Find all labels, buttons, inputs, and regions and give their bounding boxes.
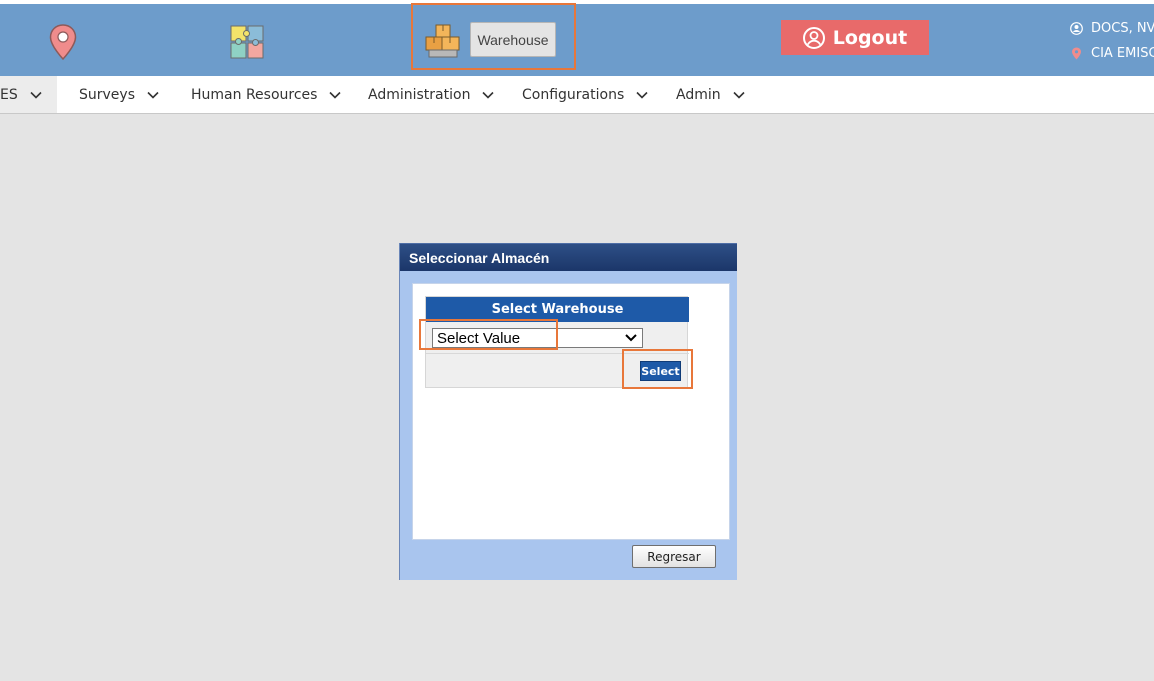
warehouse-dropdown[interactable]: Select Value	[432, 328, 643, 348]
nav-item-human-resources[interactable]: Human Resources	[191, 76, 342, 113]
logout-label: Logout	[832, 26, 908, 49]
company-name: CIA EMISC	[1091, 46, 1154, 61]
select-warehouse-panel: Select Warehouse Select Value Select	[425, 296, 689, 388]
chevron-down-icon	[30, 91, 42, 99]
chevron-down-icon	[482, 91, 495, 99]
logout-button[interactable]: Logout	[781, 20, 929, 55]
nav-label: Human Resources	[191, 86, 318, 103]
chevron-down-icon	[636, 91, 648, 99]
warehouse-button[interactable]: Warehouse	[470, 22, 556, 57]
top-header: Warehouse Logout DOCS, NV CIA EMISC	[0, 0, 1154, 76]
user-circle-icon	[802, 26, 825, 49]
nav-label: Surveys	[79, 86, 135, 103]
select-warehouse-dialog: Seleccionar Almacén Select Warehouse Sel…	[399, 243, 737, 580]
boxes-icon[interactable]	[424, 23, 462, 59]
select-button[interactable]: Select	[640, 361, 681, 381]
nav-label: Admin	[676, 86, 721, 103]
nav-label: Configurations	[522, 86, 625, 103]
nav-item-admin[interactable]: Admin	[676, 76, 745, 113]
map-pin-icon[interactable]	[48, 24, 78, 60]
main-nav: ES Surveys Human Resources Administratio…	[0, 76, 1154, 114]
chevron-down-icon	[733, 91, 745, 99]
user-info: DOCS, NV CIA EMISC	[1070, 16, 1154, 66]
dropdown-value: Select Value	[437, 329, 521, 347]
row-divider	[426, 353, 689, 354]
panel-header: Select Warehouse	[426, 297, 689, 322]
user-icon	[1070, 22, 1083, 35]
nav-item-es[interactable]: ES	[0, 76, 42, 113]
nav-item-surveys[interactable]: Surveys	[79, 76, 159, 113]
nav-item-administration[interactable]: Administration	[368, 76, 495, 113]
warehouse-highlight: Warehouse	[411, 3, 576, 70]
chevron-down-icon	[147, 91, 159, 99]
chevron-down-icon	[329, 91, 342, 99]
dialog-content: Select Warehouse Select Value Select	[412, 283, 730, 540]
nav-label: Administration	[368, 86, 471, 103]
user-name: DOCS, NV	[1091, 21, 1154, 36]
nav-label: ES	[0, 86, 18, 103]
back-button[interactable]: Regresar	[632, 545, 716, 568]
nav-item-configurations[interactable]: Configurations	[522, 76, 648, 113]
dialog-title: Seleccionar Almacén	[400, 243, 737, 271]
chevron-down-icon	[625, 334, 637, 342]
puzzle-icon[interactable]	[229, 24, 267, 62]
location-icon	[1072, 47, 1081, 60]
